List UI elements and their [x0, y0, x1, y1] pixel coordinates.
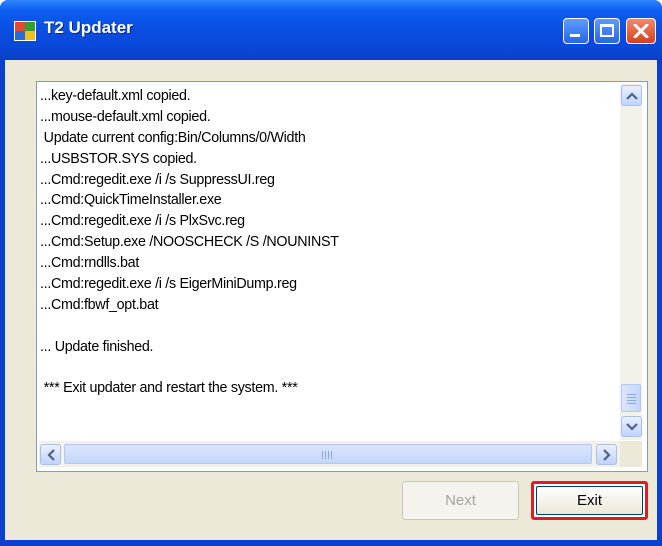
log-line: ...Cmd:fbwf_opt.bat — [40, 296, 159, 313]
scroll-up-button[interactable] — [621, 85, 642, 106]
chevron-left-icon — [47, 449, 55, 461]
log-line: ...Cmd:QuickTimeInstaller.exe — [40, 192, 222, 209]
log-line: ...Cmd:regedit.exe /i /s PlxSvc.reg — [40, 213, 245, 230]
maximize-button[interactable] — [594, 18, 620, 44]
window-title: T2 Updater — [44, 18, 133, 37]
maximize-icon — [600, 24, 614, 37]
scroll-right-button[interactable] — [596, 444, 617, 465]
exit-button-label: Exit — [536, 486, 643, 515]
log-text: ...key-default.xml copied. ...mouse-defa… — [40, 86, 620, 438]
client-area: ...key-default.xml copied. ...mouse-defa… — [5, 60, 657, 540]
title-bar[interactable]: T2 Updater — [0, 0, 662, 60]
chevron-down-icon — [626, 423, 638, 431]
log-textbox[interactable]: ...key-default.xml copied. ...mouse-defa… — [36, 81, 648, 472]
vertical-scroll-thumb[interactable] — [621, 384, 641, 412]
log-line: ...Cmd:regedit.exe /i /s SuppressUI.reg — [40, 171, 275, 188]
chevron-right-icon — [603, 449, 611, 461]
scroll-down-button[interactable] — [621, 416, 642, 437]
app-icon — [14, 21, 36, 41]
close-button[interactable] — [626, 18, 656, 44]
log-line: ...USBSTOR.SYS copied. — [40, 150, 197, 167]
log-line: ...Cmd:Setup.exe /NOOSCHECK /S /NOUNINST — [40, 234, 339, 251]
horizontal-scrollbar[interactable] — [39, 441, 620, 467]
log-line: ...mouse-default.xml copied. — [40, 108, 211, 125]
scroll-left-button[interactable] — [40, 444, 61, 465]
chevron-up-icon — [626, 92, 638, 100]
next-button[interactable]: Next — [402, 481, 519, 520]
exit-button[interactable]: Exit — [531, 481, 648, 520]
vertical-scrollbar[interactable] — [620, 84, 642, 440]
updater-window: T2 Updater ...key-default.xml copied. ..… — [0, 0, 662, 546]
log-line: ...Cmd:rndlls.bat — [40, 255, 139, 272]
scrollbar-corner — [620, 441, 642, 467]
log-line: Update current config:Bin/Columns/0/Widt… — [40, 129, 306, 146]
close-icon — [633, 24, 649, 38]
horizontal-scroll-thumb[interactable] — [64, 444, 592, 464]
log-line: *** Exit updater and restart the system.… — [40, 380, 298, 397]
log-line: ... Update finished. — [40, 338, 154, 355]
minimize-icon — [570, 34, 580, 37]
log-line: ...key-default.xml copied. — [40, 88, 191, 104]
log-line: ...Cmd:regedit.exe /i /s EigerMiniDump.r… — [40, 276, 297, 293]
minimize-button[interactable] — [563, 18, 589, 44]
